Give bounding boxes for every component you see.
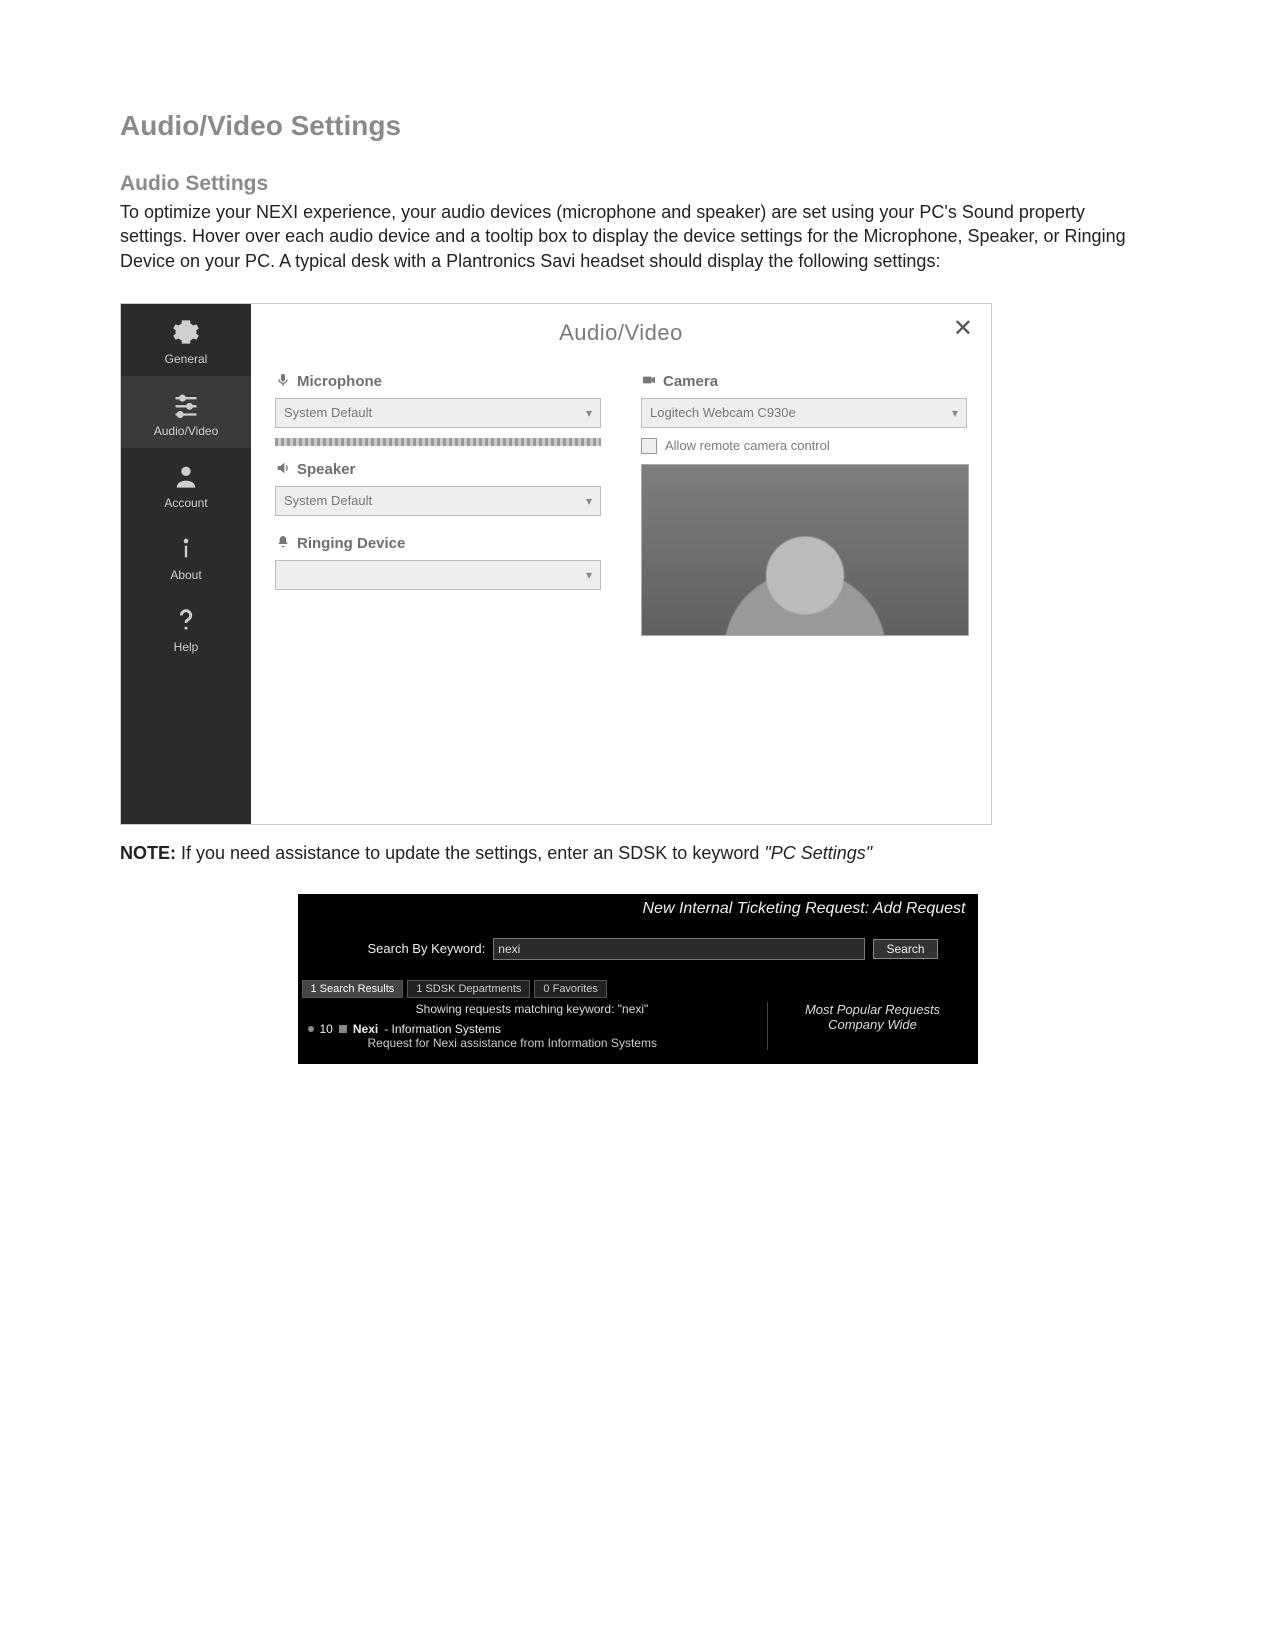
bell-icon (275, 534, 291, 554)
sidebar-item-label: Audio/Video (125, 424, 247, 438)
sidebar-item-account[interactable]: Account (121, 448, 251, 520)
ticketing-title: New Internal Ticketing Request: Add Requ… (298, 894, 978, 922)
search-button[interactable]: Search (873, 939, 937, 959)
note-body: If you need assistance to update the set… (176, 843, 764, 863)
chevron-down-icon: ▾ (586, 406, 592, 420)
matching-line: Showing requests matching keyword: "nexi… (308, 1002, 757, 1016)
settings-panel: General Audio/Video Account (120, 303, 992, 825)
camera-select[interactable]: Logitech Webcam C930e ▾ (641, 398, 967, 428)
microphone-select[interactable]: System Default ▾ (275, 398, 601, 428)
sliders-icon (172, 390, 200, 418)
note-line: NOTE: If you need assistance to update t… (120, 843, 1155, 864)
ringing-select[interactable]: ▾ (275, 560, 601, 590)
allow-remote-checkbox[interactable] (641, 438, 657, 454)
help-icon (172, 606, 200, 634)
chevron-down-icon: ▾ (952, 406, 958, 420)
sidebar-item-label: About (125, 568, 247, 582)
tab-sdsk-departments[interactable]: 1 SDSK Departments (407, 980, 530, 998)
popular-requests-scope: Company Wide (778, 1017, 968, 1032)
section-title: Audio Settings (120, 172, 1155, 196)
speaker-select[interactable]: System Default ▾ (275, 486, 601, 516)
microphone-value: System Default (284, 405, 372, 420)
page-title: Audio/Video Settings (120, 110, 1155, 142)
chevron-down-icon: ▾ (586, 568, 592, 582)
speaker-value: System Default (284, 493, 372, 508)
close-icon[interactable]: ✕ (953, 314, 973, 343)
note-italic: "PC Settings" (764, 843, 872, 863)
sidebar-item-label: General (125, 352, 247, 366)
tab-favorites[interactable]: 0 Favorites (534, 980, 606, 998)
sidebar-item-label: Help (125, 640, 247, 654)
ringing-label: Ringing Device (275, 534, 601, 554)
bullet-icon (308, 1026, 314, 1032)
sidebar-item-audio-video[interactable]: Audio/Video (121, 376, 251, 448)
result-keyword: Nexi (353, 1022, 378, 1036)
sidebar-item-general[interactable]: General (121, 304, 251, 376)
speaker-label: Speaker (275, 460, 601, 480)
sidebar-item-help[interactable]: Help (121, 592, 251, 664)
tab-search-results[interactable]: 1 Search Results (302, 980, 404, 998)
speaker-icon (275, 460, 291, 480)
allow-remote-label: Allow remote camera control (665, 438, 830, 453)
result-dept: - Information Systems (384, 1022, 501, 1036)
intro-paragraph: To optimize your NEXI experience, your a… (120, 200, 1155, 273)
result-description[interactable]: Request for Nexi assistance from Informa… (308, 1036, 757, 1050)
camera-value: Logitech Webcam C930e (650, 405, 796, 420)
settings-sidebar: General Audio/Video Account (121, 304, 251, 824)
popular-requests-title: Most Popular Requests (778, 1002, 968, 1017)
search-input[interactable] (493, 938, 865, 960)
result-count: 10 (320, 1022, 333, 1036)
person-icon (172, 462, 200, 490)
sidebar-item-about[interactable]: About (121, 520, 251, 592)
camera-icon (641, 372, 657, 392)
search-label: Search By Keyword: (368, 941, 486, 956)
camera-label: Camera (641, 372, 967, 392)
gear-icon (172, 318, 200, 346)
panel-title: Audio/Video (275, 320, 967, 346)
sidebar-item-label: Account (125, 496, 247, 510)
microphone-level-meter (275, 438, 601, 446)
square-icon (339, 1025, 347, 1033)
result-row[interactable]: 10 Nexi - Information Systems (308, 1022, 757, 1036)
microphone-icon (275, 372, 291, 392)
ticket-tabs: 1 Search Results 1 SDSK Departments 0 Fa… (298, 980, 978, 998)
note-prefix: NOTE: (120, 843, 176, 863)
info-icon (172, 534, 200, 562)
microphone-label: Microphone (275, 372, 601, 392)
ticketing-panel: New Internal Ticketing Request: Add Requ… (298, 894, 978, 1064)
chevron-down-icon: ▾ (586, 494, 592, 508)
camera-preview (641, 464, 969, 636)
